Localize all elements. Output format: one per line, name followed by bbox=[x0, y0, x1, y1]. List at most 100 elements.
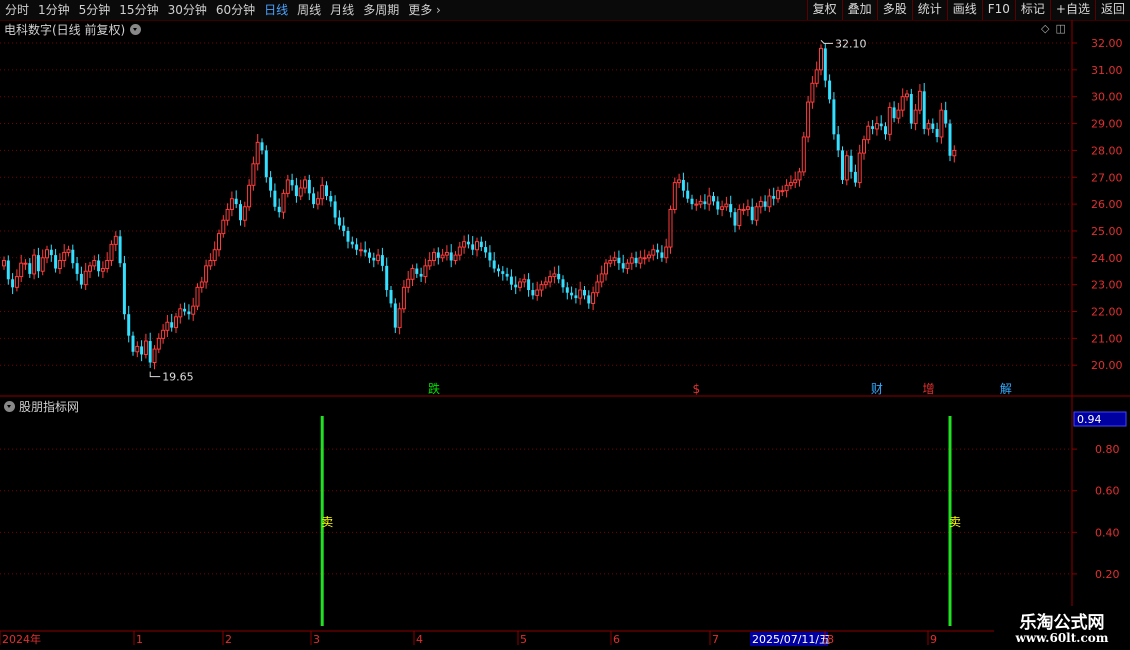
candle-body bbox=[57, 259, 62, 270]
candle-body bbox=[737, 208, 742, 227]
candle-body bbox=[539, 284, 544, 291]
candle-body bbox=[583, 290, 586, 296]
candle-body bbox=[32, 254, 37, 275]
candle-body bbox=[303, 179, 307, 189]
candle-body bbox=[497, 268, 500, 272]
candle-body bbox=[917, 90, 922, 111]
candle-body bbox=[776, 190, 780, 200]
candle-body bbox=[333, 201, 337, 218]
candle-body bbox=[229, 198, 234, 210]
candle-body bbox=[884, 126, 887, 135]
candle-body bbox=[372, 257, 376, 261]
candle-body bbox=[376, 254, 381, 261]
candle-body bbox=[479, 241, 483, 248]
candle-body bbox=[729, 204, 733, 213]
candle-body bbox=[612, 257, 617, 261]
candle-body bbox=[212, 249, 217, 261]
candle-body bbox=[350, 241, 354, 245]
candle-body bbox=[187, 311, 191, 315]
candle-body bbox=[832, 99, 836, 135]
min-price-pointer bbox=[149, 371, 161, 378]
y-tick-label: 23.00 bbox=[1091, 279, 1123, 292]
y-tick-label: 20.00 bbox=[1091, 359, 1123, 372]
candle-body bbox=[784, 184, 789, 192]
event-marker: 跌 bbox=[428, 381, 440, 396]
candle-body bbox=[806, 101, 811, 138]
candle-body bbox=[393, 303, 397, 328]
candle-body bbox=[2, 259, 6, 267]
candle-body bbox=[801, 136, 806, 173]
candle-body bbox=[325, 185, 328, 197]
candle-body bbox=[935, 128, 939, 137]
candle-body bbox=[294, 185, 298, 197]
candle-body bbox=[457, 246, 462, 256]
candle-body bbox=[273, 190, 277, 207]
candle-body bbox=[170, 322, 174, 328]
candle-body bbox=[217, 233, 221, 251]
candle-body bbox=[432, 251, 436, 261]
min-price-label: 19.65 bbox=[162, 371, 194, 384]
candle-body bbox=[887, 106, 892, 135]
candle-body bbox=[444, 251, 449, 256]
y-tick-label: 0.60 bbox=[1095, 485, 1120, 498]
candle-body bbox=[285, 179, 290, 194]
candle-body bbox=[651, 249, 656, 256]
candle-body bbox=[733, 212, 737, 226]
candle-body bbox=[152, 348, 157, 364]
candle-body bbox=[436, 252, 440, 258]
candle-body bbox=[578, 289, 583, 299]
candle-body bbox=[686, 190, 690, 199]
candle-body bbox=[668, 208, 673, 248]
candle-body bbox=[948, 123, 952, 156]
candle-body bbox=[944, 110, 948, 124]
candle-body bbox=[204, 265, 209, 283]
candle-body bbox=[634, 257, 638, 264]
candle-body bbox=[793, 179, 798, 184]
x-tick-label: 6 bbox=[613, 633, 620, 646]
candle-body bbox=[638, 257, 643, 264]
candle-body bbox=[208, 259, 213, 267]
y-tick-label: 25.00 bbox=[1091, 225, 1123, 238]
candle-body bbox=[255, 141, 260, 165]
candle-body bbox=[113, 235, 118, 245]
candle-body bbox=[28, 263, 32, 274]
candle-body bbox=[535, 289, 540, 296]
signal-label: 卖 bbox=[949, 515, 961, 529]
candle-body bbox=[574, 295, 578, 299]
candle-body bbox=[315, 198, 320, 205]
candle-body bbox=[75, 263, 79, 274]
candle-body bbox=[277, 206, 281, 213]
stock-chart[interactable]: 32.00 31.00 30.00 29.00 28.00 27.00 26.00 25.00… bbox=[0, 0, 1130, 650]
candle-body bbox=[836, 134, 840, 151]
candle-body bbox=[100, 268, 105, 272]
candle-body bbox=[660, 252, 664, 258]
candle-body bbox=[312, 193, 316, 205]
candle-body bbox=[466, 241, 470, 245]
candle-body bbox=[565, 287, 569, 293]
candle-body bbox=[772, 196, 776, 199]
y-tick-label: 21.00 bbox=[1091, 332, 1123, 345]
candle-body bbox=[492, 260, 496, 269]
candle-body bbox=[148, 341, 152, 363]
x-tick-label: 2024年 bbox=[2, 632, 41, 646]
candle-body bbox=[6, 260, 10, 280]
candle-body bbox=[66, 249, 71, 253]
candle-body bbox=[83, 270, 88, 286]
candle-body bbox=[221, 219, 226, 235]
candle-body bbox=[527, 279, 531, 291]
candle-body bbox=[389, 290, 393, 304]
candle-body bbox=[814, 69, 819, 84]
candle-body bbox=[672, 182, 677, 210]
candle-body bbox=[758, 200, 763, 208]
candle-body bbox=[720, 206, 725, 210]
candle-body bbox=[745, 206, 750, 210]
candle-body bbox=[913, 109, 918, 125]
candle-body bbox=[397, 308, 402, 329]
x-tick-label: 5 bbox=[520, 633, 527, 646]
candle-body bbox=[329, 196, 333, 202]
candle-body bbox=[19, 262, 24, 278]
candle-body bbox=[548, 276, 553, 283]
x-tick-label: 3 bbox=[313, 633, 320, 646]
candle-body bbox=[608, 259, 613, 264]
candle-body bbox=[380, 255, 384, 266]
